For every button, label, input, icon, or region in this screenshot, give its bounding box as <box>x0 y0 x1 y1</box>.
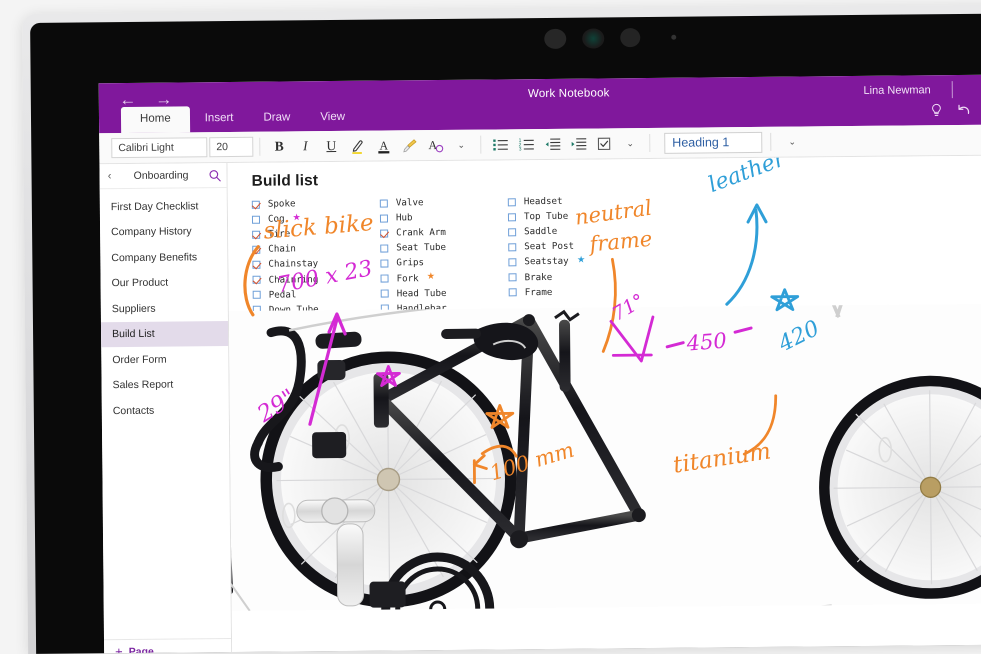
add-page-button[interactable]: + Page <box>104 638 231 654</box>
sidebar-item-company-benefits[interactable]: Company Benefits <box>100 244 227 271</box>
page-list-sidebar: ‹ Onboarding First Day Checklist Company… <box>99 163 232 654</box>
sidebar-item-suppliers[interactable]: Suppliers <box>101 295 228 322</box>
italic-button[interactable]: I <box>292 134 318 158</box>
tab-draw[interactable]: Draw <box>248 105 305 132</box>
sidebar-back-chevron-icon[interactable]: ‹ <box>100 170 120 182</box>
ink-450-dash-left <box>667 343 683 347</box>
ribbon-divider-1 <box>259 138 260 156</box>
tab-view[interactable]: View <box>305 104 360 131</box>
lists-more-chevron-down-icon[interactable]: ⌄ <box>617 131 643 155</box>
device-screen: ← → Work Notebook Lina Newman – <box>30 13 981 653</box>
svg-text:3: 3 <box>518 146 521 152</box>
ink-leather: leather <box>705 155 790 198</box>
camera-sensor-bar <box>30 13 981 64</box>
user-account-name[interactable]: Lina Newman <box>863 84 930 97</box>
ribbon-divider-3 <box>649 134 650 152</box>
bold-button[interactable]: B <box>266 134 292 158</box>
highlighter-icon[interactable] <box>344 134 370 158</box>
font-name-input[interactable]: Calibri Light <box>111 137 207 158</box>
underline-button[interactable]: U <box>318 134 344 158</box>
ink-frame: frame <box>586 227 653 257</box>
titlebar-divider <box>952 81 953 98</box>
title-bar: ← → Work Notebook Lina Newman – <box>99 74 981 133</box>
tablet-device: ← → Work Notebook Lina Newman – <box>22 4 981 653</box>
sidebar-item-company-history[interactable]: Company History <box>100 219 227 246</box>
font-more-chevron-down-icon[interactable]: ⌄ <box>448 133 474 157</box>
ribbon-divider-4 <box>770 133 771 151</box>
sidebar-item-build-list[interactable]: Build List <box>101 321 228 348</box>
svg-text:A: A <box>379 138 388 152</box>
clear-formatting-icon[interactable]: A <box>422 133 448 157</box>
ink-annotations: slick bike 700 x 23 29" <box>227 155 981 635</box>
format-painter-icon[interactable] <box>396 133 422 157</box>
tab-home[interactable]: Home <box>121 106 190 133</box>
bullet-list-icon[interactable] <box>487 132 513 156</box>
ink-450-dash-right <box>735 328 751 332</box>
sidebar-item-contacts[interactable]: Contacts <box>102 397 229 424</box>
sidebar-header: ‹ Onboarding <box>99 163 226 189</box>
font-color-icon[interactable]: A <box>370 133 396 157</box>
status-led-icon <box>671 35 676 40</box>
onenote-app-window: ← → Work Notebook Lina Newman – <box>99 74 981 654</box>
ink-100mm: 100 mm <box>487 438 577 486</box>
ribbon-tabs: Home Insert Draw View <box>121 102 360 133</box>
numbered-list-icon[interactable]: 123 <box>513 132 539 156</box>
undo-icon[interactable] <box>953 101 975 121</box>
ink-neutral: neutral <box>574 196 654 230</box>
note-canvas[interactable]: Build list SpokeCog★TireChainChainstayCh… <box>227 155 981 654</box>
ribbon-divider-2 <box>480 136 481 154</box>
style-chevron-down-icon[interactable]: ⌄ <box>779 129 805 153</box>
ink-29-arrow <box>309 319 338 424</box>
ink-700x23: 700 x 23 <box>275 256 374 298</box>
ambient-sensor-icon <box>544 29 566 49</box>
plus-icon: + <box>115 644 123 654</box>
sidebar-item-sales-report[interactable]: Sales Report <box>101 372 228 399</box>
ink-star-fork <box>487 405 513 427</box>
front-camera-icon <box>582 28 604 48</box>
ink-star-wheel <box>377 366 399 385</box>
ink-100mm-arrowhead <box>474 456 486 469</box>
increase-indent-icon[interactable] <box>565 132 591 156</box>
ink-leather-arrow <box>726 210 758 304</box>
todo-tag-checkbox-icon[interactable] <box>591 131 617 155</box>
tab-insert[interactable]: Insert <box>190 105 249 132</box>
notebook-title: Work Notebook <box>99 83 981 104</box>
ir-sensor-icon <box>620 28 640 47</box>
add-page-label: Page <box>129 645 154 654</box>
search-icon[interactable] <box>202 169 226 182</box>
section-title: Onboarding <box>120 169 203 182</box>
style-gallery-input[interactable]: Heading 1 <box>664 131 762 153</box>
sidebar-item-order-form[interactable]: Order Form <box>101 346 228 373</box>
ink-slick-bike-bracket <box>245 247 259 315</box>
decrease-indent-icon[interactable] <box>539 132 565 156</box>
sidebar-item-our-product[interactable]: Our Product <box>100 270 227 297</box>
app-body: ‹ Onboarding First Day Checklist Company… <box>99 155 981 654</box>
font-size-input[interactable]: 20 <box>209 137 253 157</box>
ink-star-seatstay <box>772 290 798 310</box>
ink-titanium: titanium <box>671 438 772 478</box>
ink-29-inches: 29" <box>252 384 300 428</box>
ink-450: 450 <box>685 329 728 356</box>
sidebar-item-first-day-checklist[interactable]: First Day Checklist <box>100 193 227 220</box>
lightbulb-tell-me-icon[interactable] <box>925 101 947 121</box>
page-list: First Day Checklist Company History Comp… <box>100 188 229 424</box>
ink-420: 420 <box>774 316 824 358</box>
ink-slick-bike: slick bike <box>263 210 375 245</box>
